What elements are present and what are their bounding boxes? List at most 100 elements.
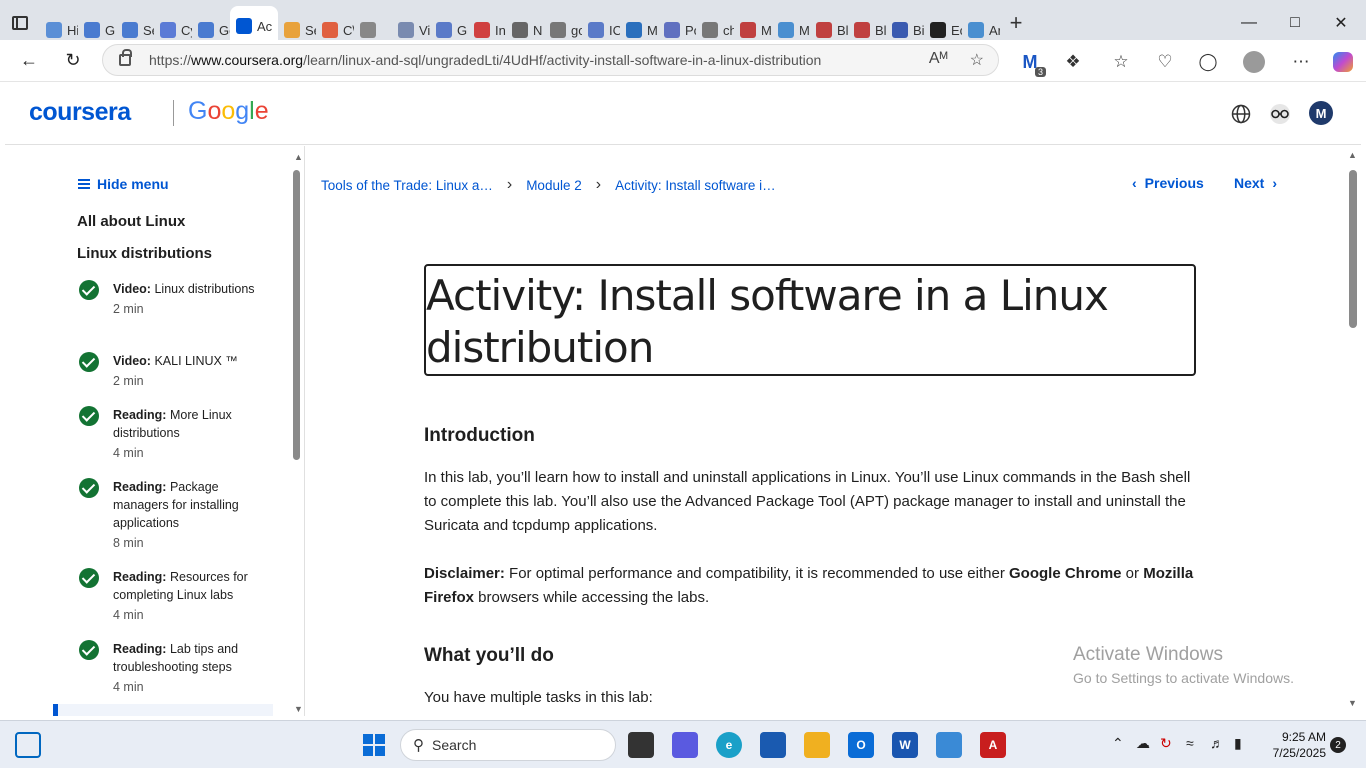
- shield-icon[interactable]: ◯: [1196, 50, 1220, 74]
- introduction-heading: Introduction: [424, 425, 535, 446]
- address-bar[interactable]: https://www.coursera.org/learn/linux-and…: [102, 44, 999, 76]
- tab-favicon-icon: [322, 22, 338, 38]
- edge-browser-icon[interactable]: e: [716, 732, 742, 758]
- tab-label: go: [571, 22, 582, 38]
- tab-label: M: [647, 22, 658, 38]
- chevron-right-icon: ›: [1272, 175, 1278, 191]
- user-avatar[interactable]: M: [1309, 101, 1333, 125]
- wifi-icon[interactable]: ≈: [1186, 735, 1194, 751]
- taskbar-search[interactable]: ⚲ Search: [400, 729, 616, 761]
- breadcrumb-page[interactable]: Activity: Install software i…: [615, 178, 776, 193]
- widgets-icon[interactable]: [15, 732, 41, 758]
- file-explorer-icon[interactable]: [804, 732, 830, 758]
- breadcrumb-module[interactable]: Module 2: [526, 178, 582, 193]
- notification-badge[interactable]: 2: [1330, 737, 1346, 753]
- photos-icon[interactable]: [936, 732, 962, 758]
- volume-icon[interactable]: ♬: [1210, 735, 1224, 751]
- menu-icon: [78, 179, 90, 189]
- main-scrollbar[interactable]: ▲ ▼: [1346, 150, 1360, 714]
- coursera-logo[interactable]: coursera: [29, 98, 131, 127]
- hide-menu-button[interactable]: Hide menu: [78, 176, 169, 192]
- tab-label: Bi: [913, 22, 924, 38]
- tasks-intro-text: You have multiple tasks in this lab:: [424, 689, 653, 706]
- lock-icon[interactable]: [119, 49, 132, 66]
- tab-label: M: [761, 22, 772, 38]
- chevron-right-icon: ›: [595, 176, 602, 193]
- coursera-header: coursera Google M: [5, 82, 1361, 145]
- sidebar-item-current[interactable]: [53, 704, 273, 716]
- tab-favicon-icon: [740, 22, 756, 38]
- scroll-up-icon[interactable]: ▲: [1348, 150, 1357, 160]
- teams-icon[interactable]: [672, 732, 698, 758]
- previous-button[interactable]: ‹ Previous: [1132, 175, 1204, 191]
- profile-icon[interactable]: [1242, 50, 1266, 74]
- tab-label: Gi: [457, 22, 468, 38]
- refresh-icon[interactable]: ↻: [53, 41, 93, 81]
- completed-check-icon: [79, 478, 99, 498]
- onedrive-icon[interactable]: ☁: [1136, 735, 1150, 752]
- tab-favicon-icon: [664, 22, 680, 38]
- tab-favicon-icon: [436, 22, 452, 38]
- store-icon[interactable]: [760, 732, 786, 758]
- introduction-text: In this lab, you’ll learn how to install…: [424, 469, 1191, 534]
- what-youll-do-heading: What you’ll do: [424, 645, 554, 666]
- activate-windows-watermark: Activate Windows Go to Settings to activ…: [1073, 644, 1294, 686]
- read-aloud-icon[interactable]: Aᴹ: [929, 50, 948, 70]
- scroll-down-icon[interactable]: ▼: [1348, 698, 1357, 708]
- extension-m-icon[interactable]: M 3: [1018, 50, 1046, 77]
- scroll-up-icon[interactable]: ▲: [294, 152, 303, 162]
- globe-language-icon[interactable]: [1229, 102, 1253, 126]
- next-button[interactable]: Next ›: [1234, 175, 1277, 191]
- main-scroll-thumb[interactable]: [1349, 170, 1357, 328]
- google-logo: Google: [188, 97, 269, 125]
- tab-favicon-icon: [474, 22, 490, 38]
- back-arrow-icon[interactable]: ←: [9, 41, 49, 81]
- tab-favicon-icon: [854, 22, 870, 38]
- tab-label: M: [799, 22, 810, 38]
- section-linux-distributions[interactable]: Linux distributions: [77, 245, 212, 262]
- tab-favicon-icon: [122, 22, 138, 38]
- chevron-left-icon: ‹: [1132, 175, 1137, 191]
- tab-favicon-icon: [84, 22, 100, 38]
- section-all-about-linux[interactable]: All about Linux: [77, 213, 185, 230]
- page-title: Activity: Install software in a Linux di…: [426, 271, 1109, 372]
- scroll-down-icon[interactable]: ▼: [294, 704, 303, 714]
- copilot-icon[interactable]: [1331, 50, 1355, 74]
- completed-check-icon: [79, 280, 99, 300]
- tab-favicon-icon: [398, 22, 414, 38]
- favorites-icon[interactable]: ☆: [1109, 50, 1133, 74]
- start-windows-icon[interactable]: [361, 732, 387, 758]
- tab-label: N: [533, 22, 543, 38]
- sync-alert-icon[interactable]: ↻: [1160, 735, 1172, 752]
- new-tab-button[interactable]: +: [1000, 10, 1032, 36]
- battery-icon[interactable]: ▮: [1234, 735, 1242, 752]
- chevron-right-icon: ›: [506, 176, 513, 193]
- taskbar-clock[interactable]: 9:25 AM 7/25/2025: [1262, 729, 1326, 761]
- more-options-icon[interactable]: ⋯: [1289, 50, 1313, 74]
- tab-favicon-icon: [284, 22, 300, 38]
- acrobat-icon[interactable]: A: [980, 732, 1006, 758]
- accessibility-glasses-icon[interactable]: [1268, 102, 1292, 126]
- tab-favicon-icon: [46, 22, 62, 38]
- tab-label: Vi: [419, 22, 430, 38]
- sidebar-scroll-thumb[interactable]: [293, 170, 300, 460]
- tab-label: IC: [609, 22, 620, 38]
- tab-favicon-icon: [360, 22, 376, 38]
- outlook-icon[interactable]: O: [848, 732, 874, 758]
- page-title-box: Activity: Install software in a Linux di…: [424, 264, 1196, 376]
- task-view-icon[interactable]: [628, 732, 654, 758]
- tab-favicon-icon: [236, 18, 252, 34]
- favorite-star-icon[interactable]: ☆: [970, 50, 984, 70]
- word-icon[interactable]: W: [892, 732, 918, 758]
- tab-favicon-icon: [626, 22, 642, 38]
- chevron-up-icon[interactable]: ⌃: [1112, 735, 1124, 752]
- tab-label: Se: [305, 22, 316, 38]
- extensions-puzzle-icon[interactable]: ❖: [1061, 50, 1085, 74]
- tab-label: Bl: [837, 22, 848, 38]
- sidebar-scrollbar[interactable]: ▲ ▼: [292, 152, 303, 714]
- tab-label: ch: [723, 22, 734, 38]
- tab-label: Cy: [181, 22, 192, 38]
- logo-divider: [173, 100, 174, 126]
- heartbeat-icon[interactable]: ♡: [1153, 50, 1177, 74]
- breadcrumb-course[interactable]: Tools of the Trade: Linux a…: [321, 178, 493, 193]
